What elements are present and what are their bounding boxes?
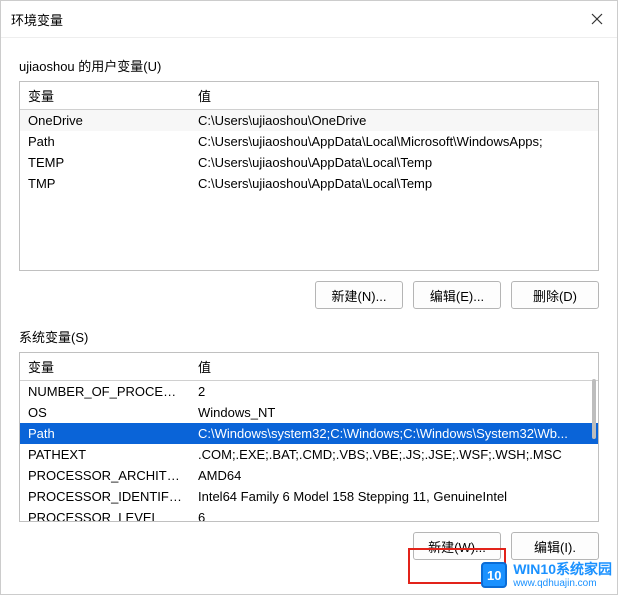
user-buttons-row: 新建(N)... 编辑(E)... 删除(D) <box>19 281 599 309</box>
table-row[interactable]: OS Windows_NT <box>20 402 598 423</box>
titlebar: 环境变量 <box>1 1 617 38</box>
col-variable[interactable]: 变量 <box>20 82 190 110</box>
cell-val: AMD64 <box>190 465 598 486</box>
dialog-content: ujiaoshou 的用户变量(U) 变量 值 OneDrive C:\User… <box>1 38 617 594</box>
cell-val: C:\Windows\system32;C:\Windows;C:\Window… <box>190 423 598 444</box>
cell-var: Path <box>20 131 190 152</box>
cell-val: 6 <box>190 507 598 521</box>
edit-user-button[interactable]: 编辑(E)... <box>413 281 501 309</box>
table-row[interactable]: PROCESSOR_LEVEL 6 <box>20 507 598 521</box>
table-row[interactable]: Path C:\Windows\system32;C:\Windows;C:\W… <box>20 423 598 444</box>
cell-var: Path <box>20 423 190 444</box>
close-icon[interactable] <box>587 9 607 29</box>
cell-val: 2 <box>190 381 598 403</box>
col-variable[interactable]: 变量 <box>20 353 190 381</box>
new-user-button[interactable]: 新建(N)... <box>315 281 403 309</box>
cell-var: OS <box>20 402 190 423</box>
table-header-row: 变量 值 <box>20 82 598 110</box>
table-row[interactable]: PROCESSOR_IDENTIFIER Intel64 Family 6 Mo… <box>20 486 598 507</box>
table-row[interactable]: PATHEXT .COM;.EXE;.BAT;.CMD;.VBS;.VBE;.J… <box>20 444 598 465</box>
table-row[interactable]: TEMP C:\Users\ujiaoshou\AppData\Local\Te… <box>20 152 598 173</box>
sys-buttons-row: 新建(W)... 编辑(I). <box>19 532 599 560</box>
cell-var: NUMBER_OF_PROCESSORS <box>20 381 190 403</box>
table-header-row: 变量 值 <box>20 353 598 381</box>
cell-var: OneDrive <box>20 110 190 132</box>
sys-vars-table[interactable]: 变量 值 NUMBER_OF_PROCESSORS 2 OS Windows_N… <box>19 352 599 522</box>
watermark: 10 WIN10系统家园 www.qdhuajin.com <box>481 561 612 589</box>
col-value[interactable]: 值 <box>190 353 598 381</box>
cell-var: PROCESSOR_ARCHITECT... <box>20 465 190 486</box>
user-vars-label: ujiaoshou 的用户变量(U) <box>19 56 599 75</box>
watermark-badge-icon: 10 <box>481 562 507 588</box>
cell-var: PROCESSOR_LEVEL <box>20 507 190 521</box>
cell-val: C:\Users\ujiaoshou\OneDrive <box>190 110 598 132</box>
table-row[interactable]: TMP C:\Users\ujiaoshou\AppData\Local\Tem… <box>20 173 598 194</box>
env-vars-dialog: 环境变量 ujiaoshou 的用户变量(U) 变量 值 OneDri <box>0 0 618 595</box>
watermark-text: WIN10系统家园 www.qdhuajin.com <box>513 561 612 589</box>
sys-vars-label: 系统变量(S) <box>19 327 599 346</box>
cell-var: TEMP <box>20 152 190 173</box>
delete-user-button[interactable]: 删除(D) <box>511 281 599 309</box>
scrollbar-thumb[interactable] <box>592 379 596 439</box>
table-row[interactable]: PROCESSOR_ARCHITECT... AMD64 <box>20 465 598 486</box>
cell-var: TMP <box>20 173 190 194</box>
cell-val: C:\Users\ujiaoshou\AppData\Local\Temp <box>190 173 598 194</box>
dialog-title: 环境变量 <box>11 10 63 29</box>
cell-val: Windows_NT <box>190 402 598 423</box>
watermark-main: WIN10系统家园 <box>513 561 612 577</box>
watermark-sub: www.qdhuajin.com <box>513 578 612 590</box>
table-row[interactable]: NUMBER_OF_PROCESSORS 2 <box>20 381 598 403</box>
cell-val: Intel64 Family 6 Model 158 Stepping 11, … <box>190 486 598 507</box>
user-vars-table[interactable]: 变量 值 OneDrive C:\Users\ujiaoshou\OneDriv… <box>19 81 599 271</box>
cell-val: .COM;.EXE;.BAT;.CMD;.VBS;.VBE;.JS;.JSE;.… <box>190 444 598 465</box>
cell-val: C:\Users\ujiaoshou\AppData\Local\Temp <box>190 152 598 173</box>
cell-var: PROCESSOR_IDENTIFIER <box>20 486 190 507</box>
table-row[interactable]: OneDrive C:\Users\ujiaoshou\OneDrive <box>20 110 598 132</box>
cell-val: C:\Users\ujiaoshou\AppData\Local\Microso… <box>190 131 598 152</box>
table-row[interactable]: Path C:\Users\ujiaoshou\AppData\Local\Mi… <box>20 131 598 152</box>
edit-sys-button[interactable]: 编辑(I). <box>511 532 599 560</box>
new-sys-button[interactable]: 新建(W)... <box>413 532 501 560</box>
cell-var: PATHEXT <box>20 444 190 465</box>
col-value[interactable]: 值 <box>190 82 598 110</box>
